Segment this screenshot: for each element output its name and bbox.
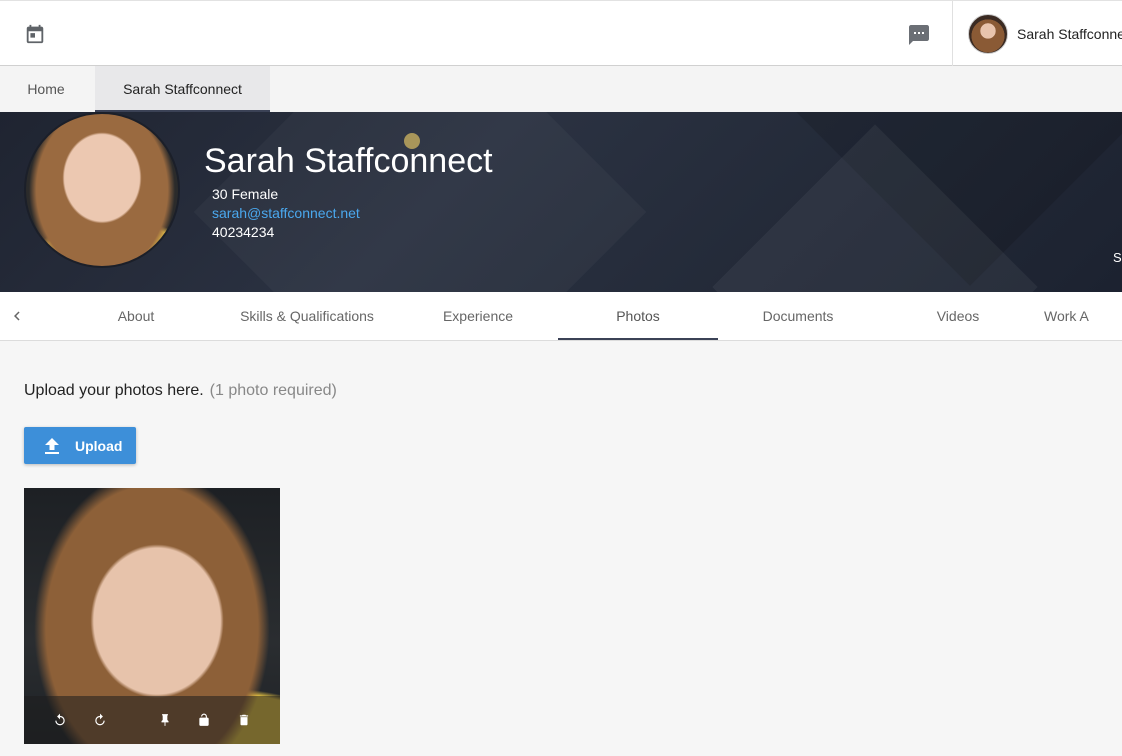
page-tab-bar: Home Sarah Staffconnect [0, 66, 1122, 112]
tab-documents[interactable]: Documents [718, 292, 878, 340]
calendar-icon[interactable] [24, 23, 46, 45]
user-menu[interactable]: Sarah Staffconne [968, 13, 1122, 55]
banner-decoration [194, 112, 647, 292]
upload-button-label: Upload [75, 437, 123, 454]
photo-toolbar [24, 696, 280, 744]
profile-banner: Sarah Staffconnect 30 Female sarah@staff… [0, 112, 1122, 292]
unlock-icon[interactable] [197, 713, 211, 727]
section-tab-bar: About Skills & Qualifications Experience… [0, 292, 1122, 341]
upload-icon [45, 437, 59, 454]
avatar [968, 14, 1008, 54]
user-name: Sarah Staffconne [1017, 26, 1122, 42]
tab-photos[interactable]: Photos [558, 292, 718, 340]
tab-about[interactable]: About [56, 292, 216, 340]
tab-home[interactable]: Home [0, 66, 92, 112]
banner-edge-text: S [1113, 250, 1122, 265]
profile-name: Sarah Staffconnect [204, 142, 493, 180]
pin-icon[interactable] [158, 713, 172, 727]
top-bar: Sarah Staffconne [0, 0, 1122, 66]
photos-intro: Upload your photos here. (1 photo require… [24, 382, 337, 400]
rotate-right-icon[interactable] [93, 713, 107, 727]
tab-profile[interactable]: Sarah Staffconnect [95, 66, 270, 112]
photos-intro-text: Upload your photos here. [24, 382, 204, 399]
upload-button[interactable]: Upload [24, 427, 136, 464]
profile-email-link[interactable]: sarah@staffconnect.net [212, 205, 360, 221]
chat-icon[interactable] [907, 23, 931, 47]
profile-age-gender: 30 Female [212, 186, 279, 202]
rotate-left-icon[interactable] [53, 713, 67, 727]
tab-skills-qualifications[interactable]: Skills & Qualifications [227, 292, 387, 340]
chevron-left-icon[interactable] [8, 306, 26, 326]
photos-required-note: (1 photo required) [209, 382, 337, 399]
tab-work-availability[interactable]: Work A [1044, 292, 1122, 340]
trash-icon[interactable] [237, 713, 251, 727]
profile-phone: 40234234 [212, 224, 275, 240]
profile-avatar[interactable] [24, 112, 180, 268]
tab-experience[interactable]: Experience [398, 292, 558, 340]
photo-thumbnail[interactable] [24, 488, 280, 744]
tab-videos[interactable]: Videos [878, 292, 1038, 340]
top-bar-divider [952, 1, 953, 66]
